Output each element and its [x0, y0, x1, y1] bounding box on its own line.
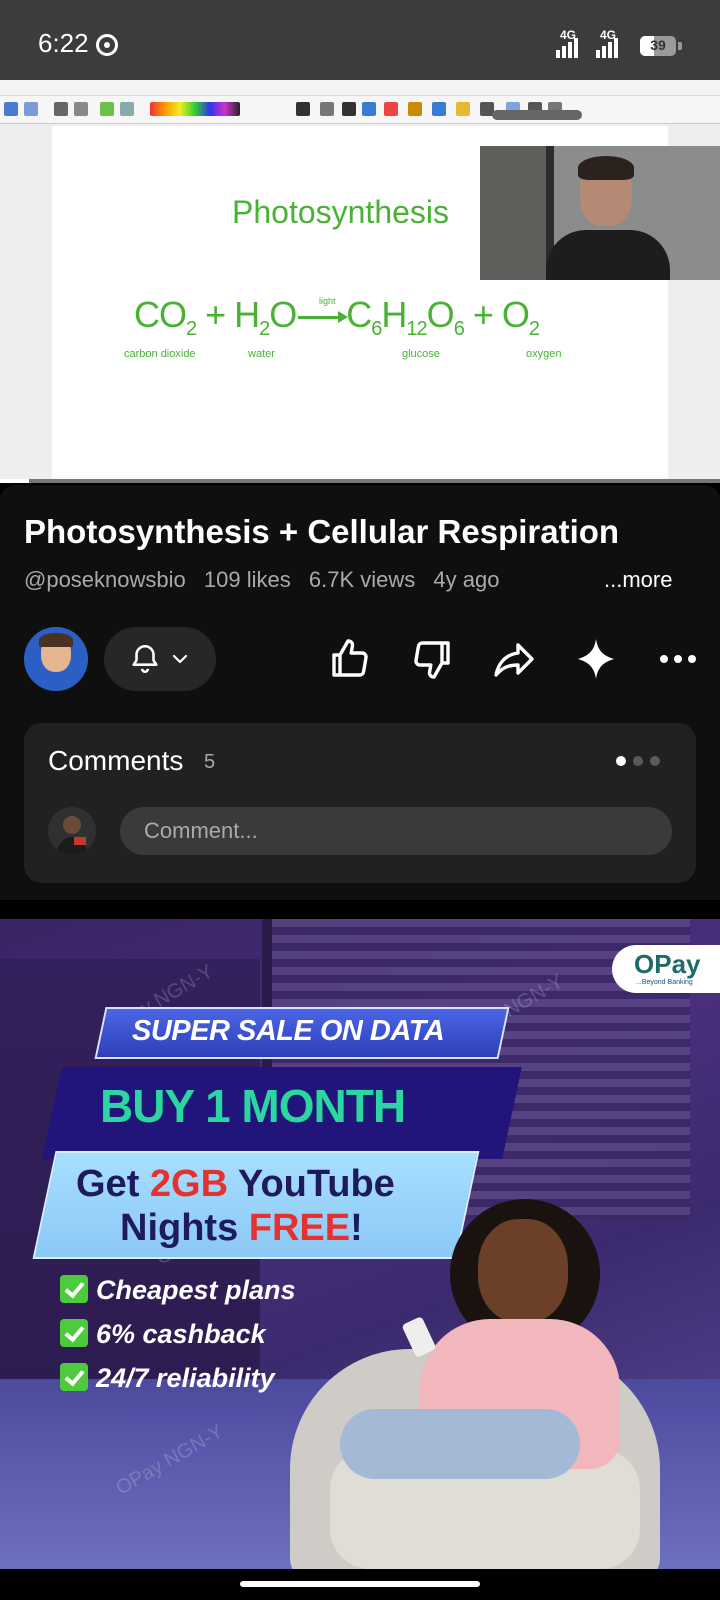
slide-title: Photosynthesis — [232, 194, 450, 230]
notification-app-icon — [96, 34, 118, 56]
status-time: 6:22 — [38, 28, 89, 58]
notification-subscribe-button[interactable] — [104, 627, 216, 691]
video-progress-played — [0, 479, 29, 483]
chevron-down-icon — [172, 654, 188, 664]
ad-offer-line-1: Get 2GB YouTube — [76, 1163, 395, 1205]
pager-dot — [633, 756, 643, 766]
checkmark-icon — [60, 1275, 88, 1303]
channel-handle[interactable]: @poseknowsbio — [24, 567, 186, 592]
comments-heading: Comments — [48, 745, 184, 776]
oxygen-label: oxygen — [526, 348, 562, 360]
whiteboard-menubar — [0, 80, 720, 96]
dislike-icon[interactable] — [408, 635, 456, 683]
user-avatar — [48, 807, 96, 855]
more-link[interactable]: ...more — [604, 567, 672, 593]
glucose-label: glucose — [402, 348, 440, 360]
ad-sale-banner: SUPER SALE ON DATA — [132, 1015, 445, 1047]
ad-bullet: 6% cashback — [60, 1319, 266, 1350]
checkmark-icon — [60, 1319, 88, 1347]
battery-icon: 39 — [640, 36, 676, 56]
presenter-webcam — [480, 146, 720, 280]
comments-section[interactable]: Comments 5 — [24, 723, 696, 883]
pager-dot — [616, 756, 626, 766]
likes-count: 109 likes — [203, 567, 291, 592]
whiteboard-progress — [492, 110, 582, 120]
comments-pager-dots — [616, 753, 667, 771]
carbon-dioxide-label: carbon dioxide — [124, 348, 196, 360]
light-label: light — [319, 296, 336, 306]
battery-percent: 39 — [650, 37, 666, 53]
video-info-panel: Photosynthesis + Cellular Respiration @p… — [0, 485, 720, 900]
video-player[interactable]: Photosynthesis CO2 + H2O C6H12O6 + O2 lig… — [0, 80, 720, 482]
ad-headline: BUY 1 MONTH — [100, 1080, 406, 1132]
ad-bullet: 24/7 reliability — [60, 1363, 275, 1394]
status-bar: 6:22 4G 4G 39 — [0, 0, 720, 80]
share-icon[interactable] — [490, 635, 538, 683]
views-count: 6.7K views — [308, 567, 416, 592]
checkmark-icon — [60, 1363, 88, 1391]
channel-avatar[interactable] — [24, 627, 88, 691]
ad-offer-line-2: Nights FREE! — [120, 1207, 363, 1249]
upload-age: 4y ago — [433, 567, 500, 592]
bell-icon — [132, 644, 158, 673]
ad-bullet: Cheapest plans — [60, 1275, 296, 1306]
battery-nub — [678, 42, 682, 50]
opay-logo: OPay ...Beyond Banking — [612, 945, 720, 993]
comments-count: 5 — [204, 751, 216, 773]
sparkle-icon[interactable] — [572, 635, 620, 683]
video-progress-bar[interactable] — [0, 479, 720, 483]
pager-dot — [650, 756, 660, 766]
more-options-icon[interactable] — [654, 635, 702, 683]
signal-icon: 4G — [552, 28, 588, 60]
video-title[interactable]: Photosynthesis + Cellular Respiration — [24, 513, 700, 551]
water-label: water — [248, 348, 275, 360]
signal-icon: 4G — [592, 28, 628, 60]
photosynthesis-equation: CO2 + H2O C6H12O6 + O2 — [134, 294, 540, 341]
whiteboard-toolbar — [0, 96, 720, 124]
opay-ad-banner[interactable]: OPay NGN-Y OPay NGN-Y OPay NGN-Y OPay NG… — [0, 919, 720, 1569]
like-icon[interactable] — [326, 635, 374, 683]
home-gesture-bar[interactable] — [240, 1581, 480, 1587]
comment-input[interactable] — [120, 807, 672, 855]
video-metadata[interactable]: @poseknowsbio 109 likes 6.7K views 4y ag… — [24, 567, 511, 593]
